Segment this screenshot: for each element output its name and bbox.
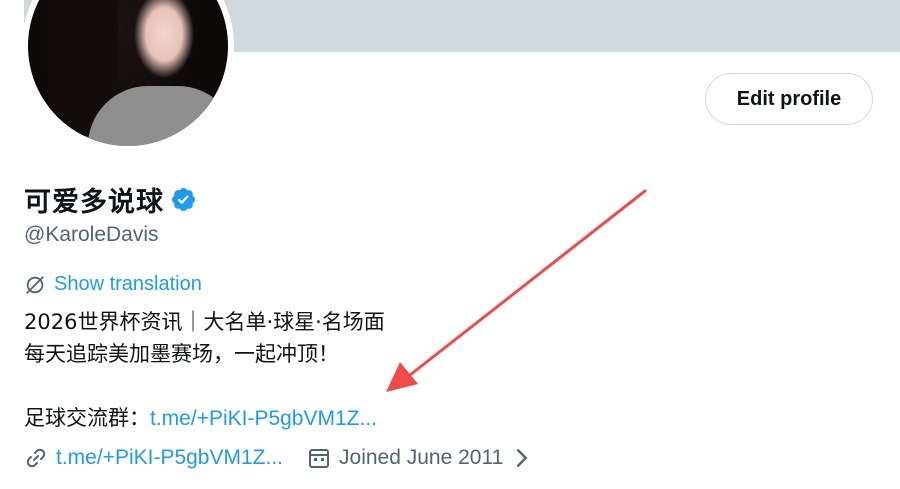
bio-group-link[interactable]: t.me/+PiKI-P5gbVM1Z...: [150, 407, 377, 430]
profile-meta: t.me/+PiKI-P5gbVM1Z... Joined June 2011: [24, 446, 533, 470]
bio: 2026世界杯资讯｜大名单·球星·名场面 每天追踪美加墨赛场，一起冲顶！ 足球交…: [24, 306, 385, 434]
bio-line: 每天追踪美加墨赛场，一起冲顶！: [24, 342, 339, 366]
translate-icon: [26, 275, 44, 294]
name-row: 可爱多说球: [24, 180, 197, 219]
avatar[interactable]: [28, 0, 228, 146]
website-link[interactable]: t.me/+PiKI-P5gbVM1Z...: [56, 446, 283, 470]
edit-profile-button[interactable]: Edit profile: [705, 73, 873, 125]
bio-group-label: 足球交流群：: [24, 406, 150, 430]
verified-badge-icon[interactable]: [170, 186, 197, 213]
translate-row[interactable]: Show translation: [24, 273, 202, 296]
chevron-right-icon[interactable]: [509, 446, 533, 470]
bio-group-line: 足球交流群：t.me/+PiKI-P5gbVM1Z...: [24, 402, 385, 434]
handle: @KaroleDavis: [24, 223, 159, 246]
calendar-icon: [309, 449, 330, 468]
joined-date: Joined June 2011: [339, 446, 504, 469]
avatar-ring: [22, 0, 234, 152]
show-translation-link[interactable]: Show translation: [54, 273, 202, 296]
bio-line: 2026世界杯资讯｜大名单·球星·名场面: [24, 310, 385, 334]
link-icon: [26, 448, 46, 468]
bio-spacer: [24, 370, 385, 402]
display-name: 可爱多说球: [24, 187, 164, 218]
